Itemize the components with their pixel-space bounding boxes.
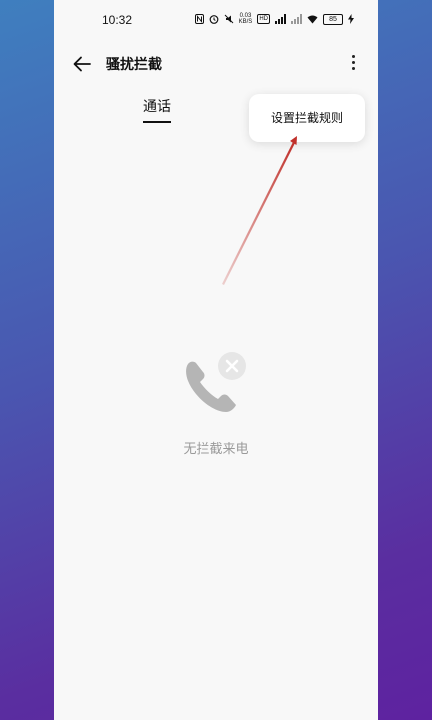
arrow-left-icon	[73, 56, 91, 72]
silent-icon	[224, 14, 234, 24]
tab-indicator	[143, 121, 171, 123]
battery-icon: 85	[323, 13, 343, 25]
more-options-button[interactable]	[348, 52, 358, 76]
charging-icon	[348, 14, 354, 24]
status-icons: 0.03 KB/S HD 85	[194, 13, 354, 25]
no-calls-icon	[178, 350, 250, 422]
status-time: 10:32	[102, 13, 133, 27]
status-bar: 10:32 0.03 KB/S HD 85	[54, 0, 378, 40]
tab-calls[interactable]: 通话	[142, 96, 172, 116]
net-speed: 0.03 KB/S	[239, 13, 253, 25]
signal-icon	[275, 14, 286, 24]
empty-state-text: 无拦截来电	[183, 442, 249, 457]
net-speed-unit: KB/S	[238, 19, 253, 25]
overflow-menu: 设置拦截规则	[249, 94, 365, 142]
page-title: 骚扰拦截	[106, 57, 162, 73]
signal-2-icon	[291, 14, 302, 24]
wifi-icon	[307, 15, 318, 24]
alarm-icon	[209, 14, 219, 24]
nfc-icon	[194, 14, 204, 24]
more-vertical-icon	[351, 55, 355, 58]
phone-screen: 10:32 0.03 KB/S HD 85 骚扰拦截 通话 设置拦截规则 无拦截…	[54, 0, 378, 720]
menu-item-set-block-rules[interactable]: 设置拦截规则	[249, 94, 365, 142]
hd-badge: HD	[257, 14, 270, 24]
back-button[interactable]	[70, 52, 94, 76]
header: 骚扰拦截	[54, 44, 378, 84]
